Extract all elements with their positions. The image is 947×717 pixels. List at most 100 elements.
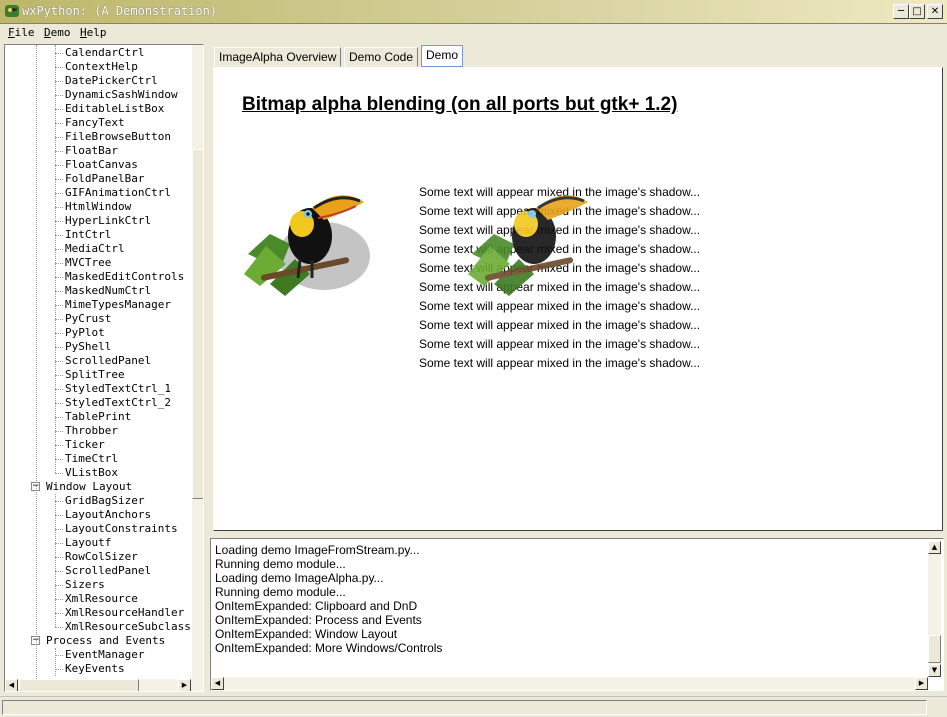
menu-file-label: ile	[14, 26, 35, 39]
tree-connector	[55, 165, 63, 166]
tree-vertical-scrollbar[interactable]	[192, 45, 203, 679]
tree-item[interactable]: EventManager	[65, 648, 144, 662]
log-vertical-scrollbar[interactable]: ▲ ▼	[928, 541, 941, 677]
maximize-icon: □	[912, 6, 922, 17]
tree-item[interactable]: HtmlWindow	[65, 200, 131, 214]
tree-item[interactable]: XmlResourceHandler	[65, 606, 184, 620]
tree-connector	[55, 431, 63, 432]
log-vscroll-thumb[interactable]	[928, 635, 941, 663]
tree-item[interactable]: MimeTypesManager	[65, 298, 171, 312]
app-icon	[5, 5, 19, 17]
tree-connector	[55, 571, 63, 572]
status-bar	[0, 696, 947, 717]
scroll-up-button[interactable]: ▲	[928, 541, 941, 554]
tree-item[interactable]: LayoutAnchors	[65, 508, 151, 522]
tree-item[interactable]: PyPlot	[65, 326, 105, 340]
toucan-image	[244, 195, 370, 296]
tree-item[interactable]: HyperLinkCtrl	[65, 214, 151, 228]
tree-item[interactable]: XmlResource	[65, 592, 138, 606]
log-scroll-right-button[interactable]: ▶	[915, 677, 928, 690]
tree-item[interactable]: StyledTextCtrl_2	[65, 396, 171, 410]
tree-item[interactable]: DynamicSashWindow	[65, 88, 178, 102]
log-line: OnItemExpanded: Clipboard and DnD	[215, 599, 418, 613]
close-button[interactable]: ✕	[927, 4, 943, 19]
log-line: OnItemExpanded: Window Layout	[215, 627, 398, 641]
tree-connector	[55, 599, 63, 600]
tree-item[interactable]: FileBrowseButton	[65, 130, 171, 144]
title-bar[interactable]: wxPython: (A Demonstration) ─ □ ✕	[0, 0, 947, 24]
window-title: wxPython: (A Demonstration)	[22, 4, 218, 18]
tree-item[interactable]: LayoutConstraints	[65, 522, 178, 536]
tree-item[interactable]: VListBox	[65, 466, 118, 480]
tree-connector	[55, 361, 63, 362]
tree-group-window-layout[interactable]: Window Layout	[46, 480, 132, 494]
tab-demo-code[interactable]: Demo Code	[344, 47, 419, 67]
tree-item[interactable]: FoldPanelBar	[65, 172, 144, 186]
tree-item[interactable]: TablePrint	[65, 410, 131, 424]
tree-vscroll-thumb[interactable]	[192, 149, 203, 499]
tree-item[interactable]: Layoutf	[65, 536, 111, 550]
tree-item[interactable]: IntCtrl	[65, 228, 111, 242]
tab-demo[interactable]: Demo	[421, 45, 464, 67]
scroll-down-button[interactable]: ▼	[928, 664, 941, 677]
menu-help-label: elp	[86, 26, 107, 39]
tree-item[interactable]: MVCTree	[65, 256, 111, 270]
tree-connector	[55, 53, 63, 54]
menu-demo-mnemonic: D	[44, 26, 51, 39]
tree-item[interactable]: GridBagSizer	[65, 494, 144, 508]
tree-item[interactable]: PyShell	[65, 340, 111, 354]
tree-item[interactable]: ScrolledPanel	[65, 564, 151, 578]
tree-connector	[55, 613, 63, 614]
minimize-button[interactable]: ─	[893, 4, 909, 19]
tree-item[interactable]: Ticker	[65, 438, 105, 452]
tree-item[interactable]: RowColSizer	[65, 550, 138, 564]
menu-help[interactable]: Help	[80, 26, 107, 39]
tree-item[interactable]: TimeCtrl	[65, 452, 118, 466]
maximize-button[interactable]: □	[909, 4, 925, 19]
tree-connector	[55, 95, 63, 96]
tree-item[interactable]: XmlResourceSubclass	[65, 620, 191, 634]
tree-connector	[55, 445, 63, 446]
tree-item[interactable]: PyCrust	[65, 312, 111, 326]
log-line: Loading demo ImageFromStream.py...	[215, 543, 420, 557]
menu-demo[interactable]: Demo	[44, 26, 71, 39]
tree-group-process-events[interactable]: Process and Events	[46, 634, 165, 648]
tree-item[interactable]: FloatBar	[65, 144, 118, 158]
tree-hscroll-thumb[interactable]	[19, 679, 139, 691]
tree-item[interactable]: StyledTextCtrl_1	[65, 382, 171, 396]
tree-connector	[55, 515, 63, 516]
tree-item[interactable]: CalendarCtrl	[65, 46, 144, 60]
menu-demo-label: emo	[50, 26, 71, 39]
scroll-right-button[interactable]: ▶	[178, 679, 191, 691]
log-window[interactable]: Loading demo ImageFromStream.py... Runnin…	[210, 538, 944, 691]
log-horizontal-scrollbar[interactable]: ◀ ▶	[211, 677, 928, 690]
tree-guide-line	[36, 45, 37, 685]
menu-file[interactable]: File	[8, 26, 35, 39]
tree-item[interactable]: EditableListBox	[65, 102, 164, 116]
shadow-text-line: Some text will appear mixed in the image…	[419, 356, 701, 370]
tree-item[interactable]: MediaCtrl	[65, 242, 125, 256]
tree-item[interactable]: SplitTree	[65, 368, 125, 382]
tab-overview[interactable]: ImageAlpha Overview	[214, 47, 342, 67]
tree-connector	[55, 221, 63, 222]
tree-connector	[55, 193, 63, 194]
tree-connector	[55, 67, 63, 68]
tree-item[interactable]: Throbber	[65, 424, 118, 438]
tree-connector	[55, 123, 63, 124]
log-scroll-left-button[interactable]: ◀	[211, 677, 224, 690]
tree-horizontal-scrollbar[interactable]: ◀ ▶	[5, 679, 203, 691]
tree-item[interactable]: MaskedEditControls	[65, 270, 184, 284]
scroll-left-button[interactable]: ◀	[5, 679, 18, 691]
demo-tree[interactable]: CalendarCtrl ContextHelp DatePickerCtrl Dyn…	[4, 44, 204, 692]
tree-item[interactable]: DatePickerCtrl	[65, 74, 158, 88]
tree-item[interactable]: FloatCanvas	[65, 158, 138, 172]
tree-connector	[55, 473, 63, 474]
tree-item[interactable]: ScrolledPanel	[65, 354, 151, 368]
tree-item[interactable]: ContextHelp	[65, 60, 138, 74]
tree-item[interactable]: FancyText	[65, 116, 125, 130]
tree-item[interactable]: Sizers	[65, 578, 105, 592]
tree-item[interactable]: KeyEvents	[65, 662, 125, 676]
tree-item[interactable]: GIFAnimationCtrl	[65, 186, 171, 200]
tree-item[interactable]: MaskedNumCtrl	[65, 284, 151, 298]
tree-connector	[55, 291, 63, 292]
